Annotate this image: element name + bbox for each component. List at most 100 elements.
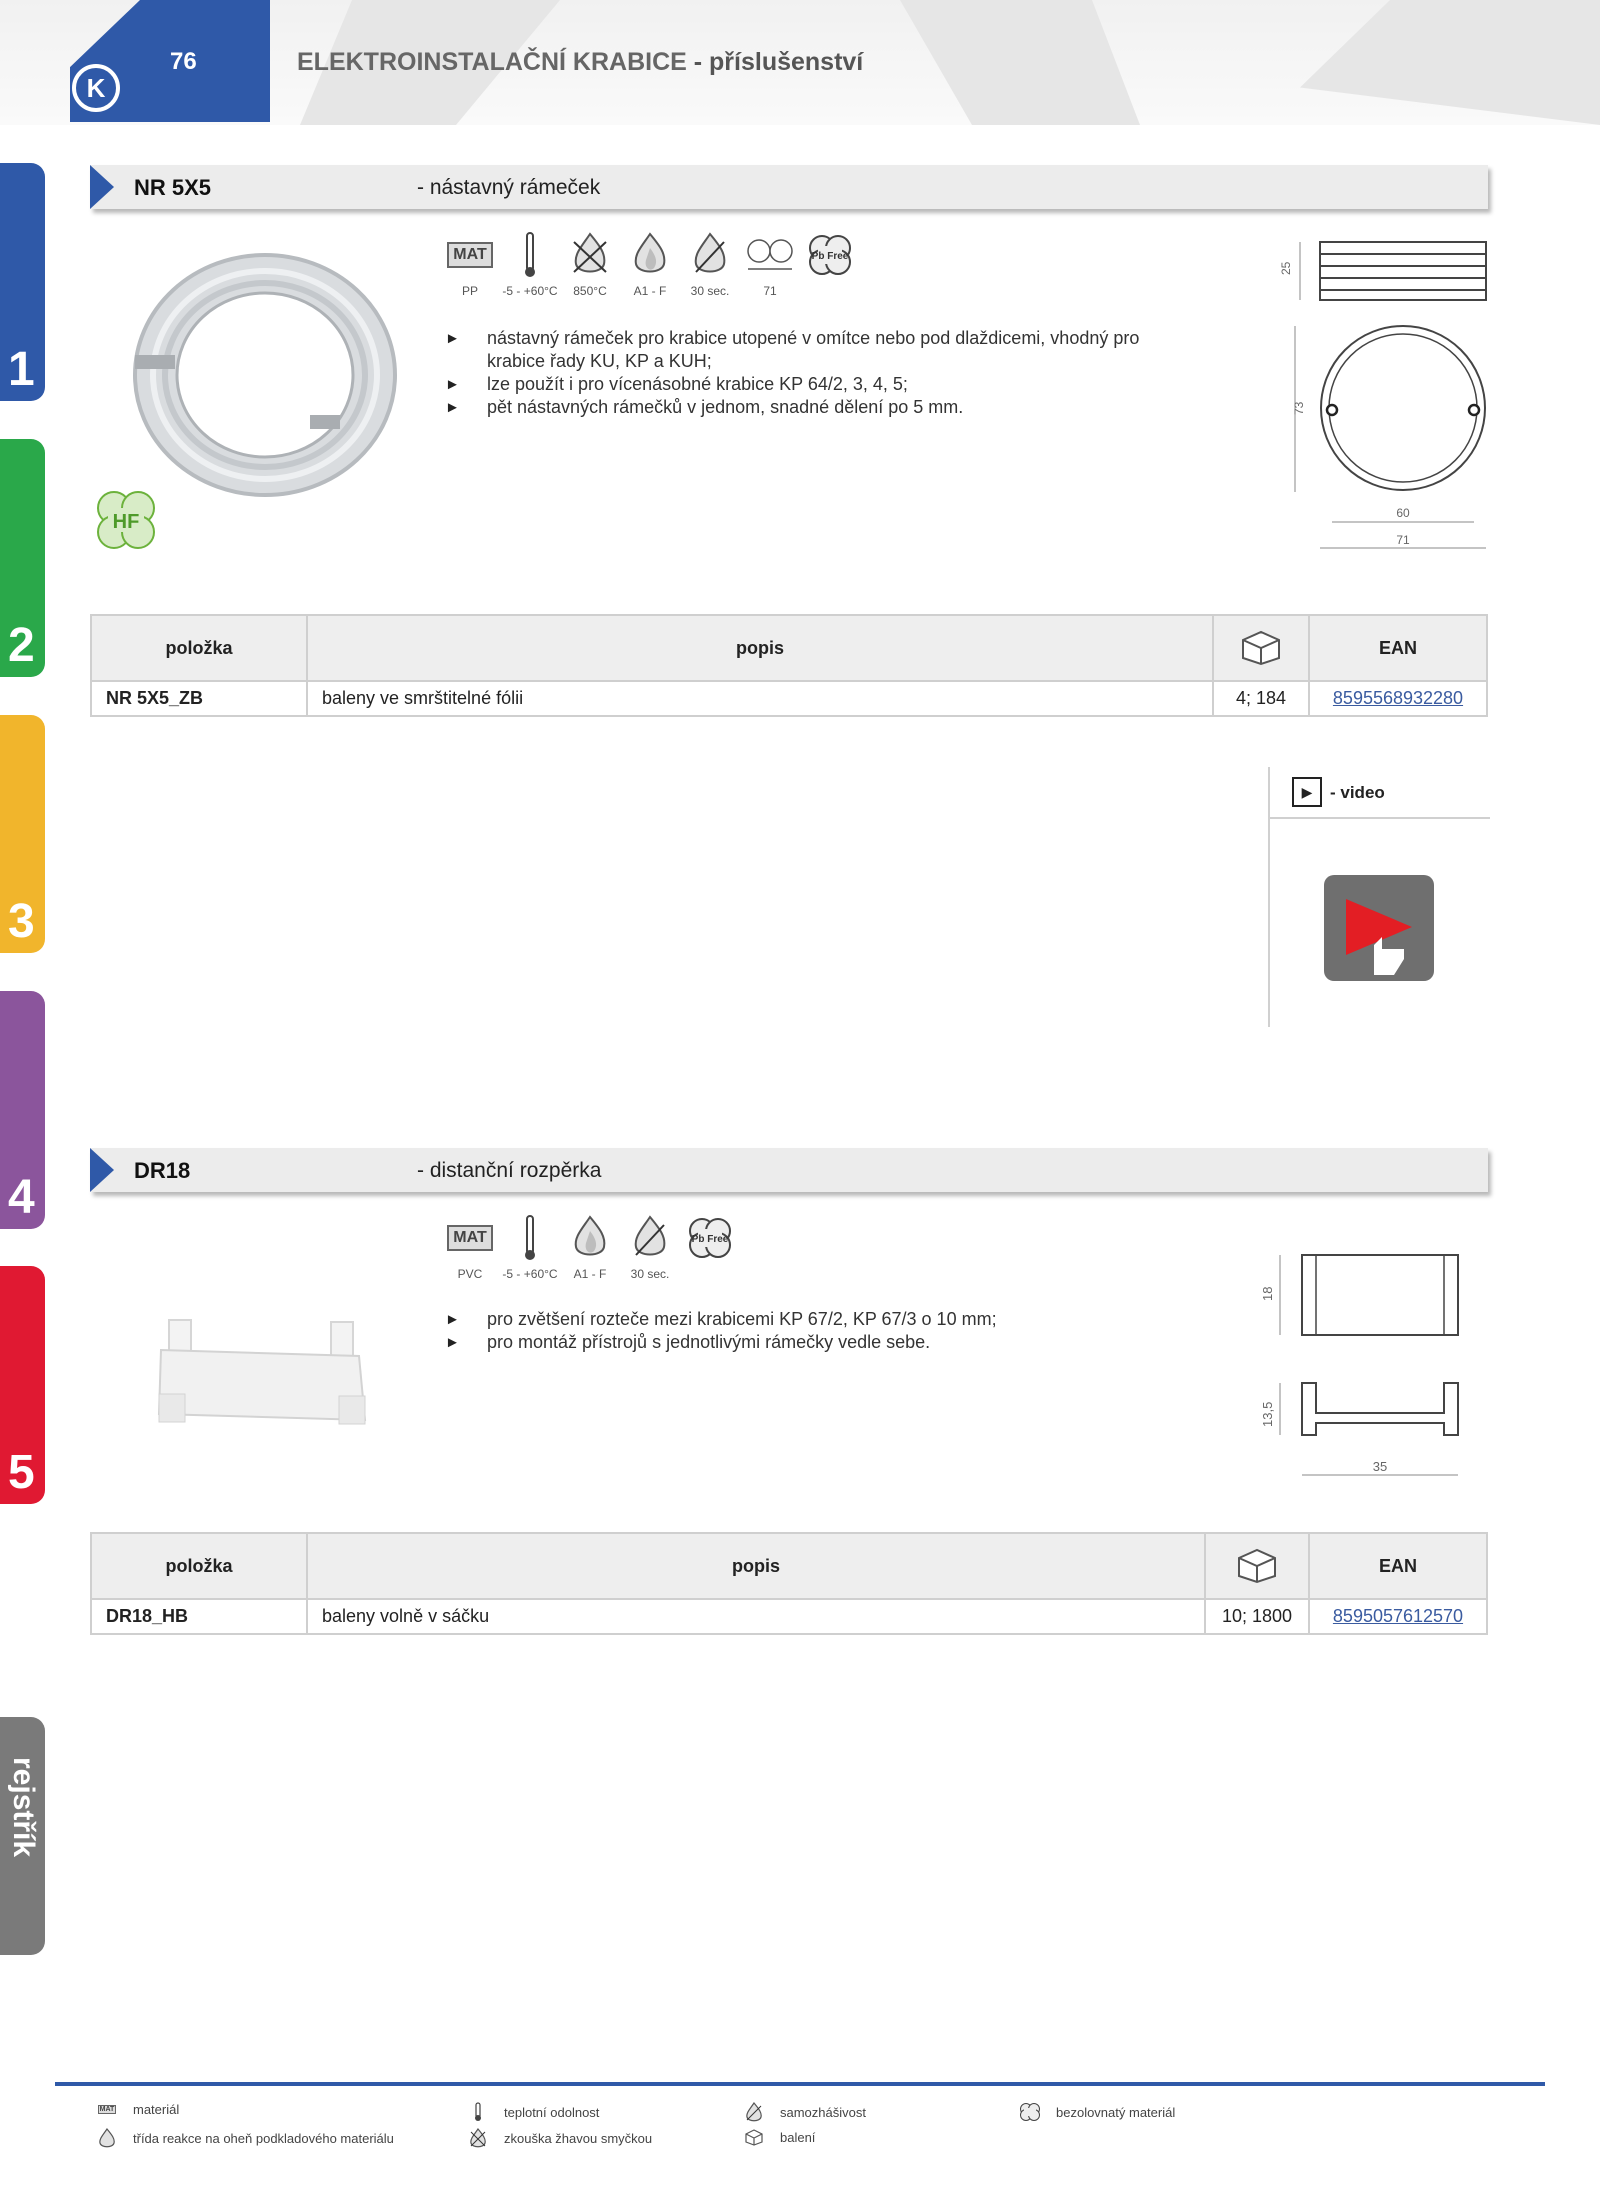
side-tab-3[interactable]: 3 <box>0 715 45 953</box>
legend-text: balení <box>780 2129 816 2145</box>
page-number: 76 <box>170 48 197 75</box>
page-title-sub: - příslušenství <box>686 48 864 76</box>
pb-free-label: Pb Free <box>812 251 849 262</box>
col-header-item: položka <box>90 614 308 682</box>
feature-list-nr5x5: nástavný rámeček pro krabice utopené v o… <box>445 327 1185 419</box>
table-row: NR 5X5_ZB baleny ve smrštitelné fólii 4;… <box>90 680 1488 717</box>
technical-drawing-nr5x5: 25 73 60 71 <box>1279 241 1487 549</box>
feature-list-dr18: pro zvětšení rozteče mezi krabicemi KP 6… <box>445 1308 1205 1354</box>
ean-link[interactable]: 8595057612570 <box>1308 1598 1488 1635</box>
side-tab-label: 5 <box>8 1446 35 1499</box>
dim-width-label: 35 <box>1373 1459 1387 1474</box>
mat-icon: MAT <box>97 2105 117 2114</box>
property-label: PVC <box>457 1267 483 1281</box>
property-label: PP <box>461 284 478 298</box>
cell-item-code: DR18_HB <box>90 1598 308 1635</box>
side-tab-label: 3 <box>8 895 35 948</box>
video-panel: ▶ - video <box>1268 767 1490 1027</box>
feature-item: pět nástavných rámečků v jednom, snadné … <box>445 396 1185 419</box>
feature-item: pro montáž přístrojů s jednotlivými ráme… <box>445 1331 1205 1354</box>
side-tab-5[interactable]: 5 <box>0 1266 45 1504</box>
property-material: MAT PVC <box>440 1213 500 1281</box>
bar-marker-icon <box>90 165 114 209</box>
property-label: 30 sec. <box>690 284 730 298</box>
property-label: -5 - +60°C <box>502 1267 558 1281</box>
dim-height-label: 18 <box>1260 1287 1275 1301</box>
brand-logo: K <box>72 64 120 112</box>
dim-outer-width-label: 71 <box>1396 533 1410 547</box>
side-tab-label: 1 <box>8 343 35 396</box>
side-index-label: rejstřík <box>7 1757 40 1858</box>
property-material: MAT PP <box>440 230 500 298</box>
col-header-description: popis <box>306 1532 1206 1600</box>
flame-icon <box>99 2128 115 2148</box>
property-label: 30 sec. <box>630 1267 670 1281</box>
legend-item-material: MAT materiál <box>95 2102 179 2117</box>
side-tab-label: 4 <box>8 1171 35 1224</box>
video-thumbnail[interactable] <box>1324 875 1434 981</box>
header-decoration <box>1300 0 1600 125</box>
thermometer-icon <box>475 2102 481 2121</box>
self-extinguishing-icon <box>746 2102 762 2122</box>
col-header-ean: EAN <box>1308 614 1488 682</box>
side-tab-2[interactable]: 2 <box>0 439 45 677</box>
cell-description: baleny volně v sáčku <box>306 1598 1206 1635</box>
dim-inner-width-label: 60 <box>1396 506 1410 520</box>
box-icon <box>1242 630 1280 665</box>
feature-item: pro zvětšení rozteče mezi krabicemi KP 6… <box>445 1308 1205 1331</box>
legend-item-temperature: teplotní odolnost <box>466 2102 599 2122</box>
legend-item-pb-free: bezolovnatý materiál <box>1018 2102 1175 2122</box>
property-pb-free: Pb Free <box>680 1213 740 1281</box>
thermometer-icon <box>525 232 535 277</box>
glow-wire-icon <box>470 2128 486 2148</box>
property-label: 71 <box>763 284 777 298</box>
legend-item-glow-wire: zkouška žhavou smyčkou <box>466 2128 652 2148</box>
property-fire-class: A1 - F <box>620 230 680 298</box>
pb-free-icon: Pb Free <box>689 1218 731 1258</box>
col-header-packaging <box>1204 1532 1310 1600</box>
header-decoration <box>900 0 1140 125</box>
footer-divider <box>55 2082 1545 2086</box>
property-glow-wire: 850°C <box>560 230 620 298</box>
dim-outer-label: 73 <box>1292 401 1306 415</box>
play-button[interactable]: ▶ <box>1292 777 1322 807</box>
col-header-item: položka <box>90 1532 308 1600</box>
box-icon <box>745 2129 763 2146</box>
side-tab-index[interactable]: rejstřík <box>0 1717 45 1955</box>
thermometer-icon <box>525 1215 535 1260</box>
cell-packaging: 10; 1800 <box>1204 1598 1310 1635</box>
side-tab-4[interactable]: 4 <box>0 991 45 1229</box>
dimension-icon <box>747 239 793 270</box>
self-extinguishing-icon <box>694 232 726 273</box>
mat-icon: MAT <box>447 1225 493 1251</box>
product-table-dr18: položka popis EAN DR18_HB baleny volně v… <box>90 1532 1488 1635</box>
col-header-description: popis <box>306 614 1214 682</box>
property-label: 850°C <box>573 284 607 298</box>
property-dimension: 71 <box>740 230 800 298</box>
property-label: -5 - +60°C <box>502 284 558 298</box>
self-extinguishing-icon <box>634 1215 666 1256</box>
legend-item-fire-class: třída reakce na oheň podkladového materi… <box>95 2128 394 2148</box>
side-tab-1[interactable]: 1 <box>0 163 45 401</box>
col-header-ean: EAN <box>1308 1532 1488 1600</box>
dim-profile-label: 13,5 <box>1260 1402 1275 1427</box>
page-title: ELEKTROINSTALAČNÍ KRABICE - příslušenstv… <box>297 48 863 77</box>
ean-link[interactable]: 8595568932280 <box>1308 680 1488 717</box>
pb-free-icon <box>1020 2103 1040 2121</box>
property-temperature: -5 - +60°C <box>500 230 560 298</box>
pb-free-label: Pb Free <box>692 1234 729 1245</box>
cell-packaging: 4; 184 <box>1212 680 1310 717</box>
legend-item-self-extinguishing: samozhášivost <box>742 2102 866 2122</box>
product-code: NR 5X5 <box>134 175 212 200</box>
product-description: - nástavný rámeček <box>417 176 601 199</box>
property-label: A1 - F <box>633 284 667 298</box>
dim-height-label: 25 <box>1279 261 1293 275</box>
feature-item: nástavný rámeček pro krabice utopené v o… <box>445 327 1185 373</box>
page-title-main: ELEKTROINSTALAČNÍ KRABICE <box>297 48 687 76</box>
legend-text: zkouška žhavou smyčkou <box>504 2130 653 2146</box>
divider <box>1270 817 1490 819</box>
video-label: - video <box>1330 783 1385 802</box>
product-bar-nr5x5: NR 5X5 - nástavný rámeček <box>90 165 1488 209</box>
bar-marker-icon <box>90 1148 114 1192</box>
product-code: DR18 <box>134 1158 191 1183</box>
